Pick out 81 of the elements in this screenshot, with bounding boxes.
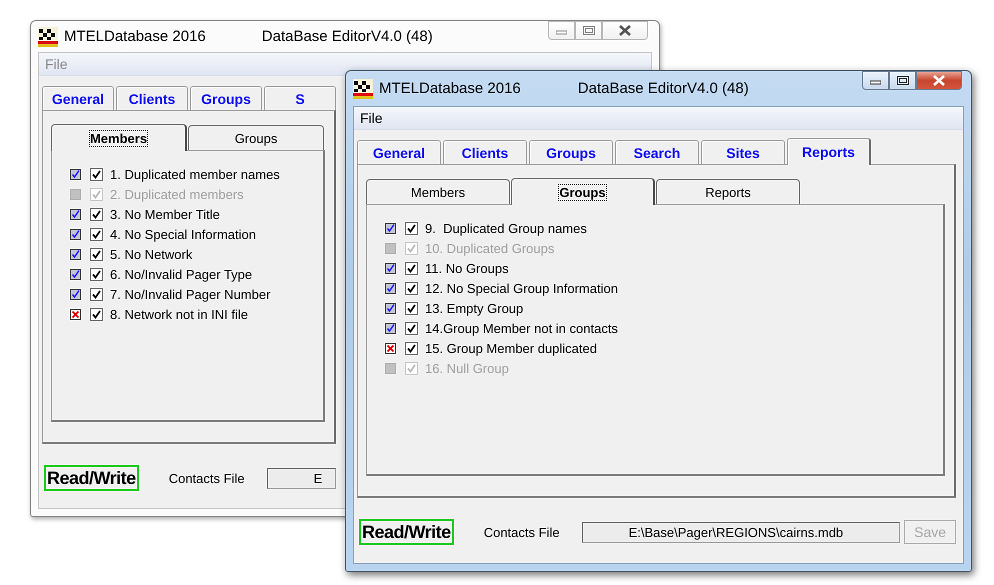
field-label: Contacts File: [484, 524, 560, 540]
maximize-icon: [896, 76, 908, 85]
checkbox[interactable]: [405, 322, 418, 334]
check-label: 12. No Special Group Information: [425, 280, 618, 296]
check-label: 14.Group Member not in contacts: [425, 320, 618, 336]
app-name: MTELDatabase 2016: [64, 28, 206, 45]
check-label: 9. Duplicated Group names: [425, 220, 587, 236]
tab[interactable]: Search: [615, 140, 699, 164]
checkbox[interactable]: [90, 208, 103, 220]
checkbox[interactable]: [90, 168, 103, 180]
sub-tab[interactable]: Members: [51, 124, 188, 151]
close-button[interactable]: [602, 21, 648, 40]
blank-status-icon: [70, 188, 81, 200]
pass-check-icon: [70, 228, 81, 240]
blank-status-icon: [385, 242, 396, 254]
access-mode-label: Read/Write: [359, 519, 454, 545]
check-label: 2. Duplicated members: [110, 186, 244, 202]
checkbox[interactable]: [90, 248, 103, 260]
check-label: 10. Duplicated Groups: [425, 240, 554, 256]
pass-check-icon: [385, 302, 396, 314]
sub-tab[interactable]: Groups: [188, 125, 324, 150]
tab[interactable]: General: [42, 86, 114, 110]
minimize-button[interactable]: [862, 71, 889, 90]
contacts-file-field[interactable]: E: [266, 468, 336, 488]
sub-tab[interactable]: Members: [366, 179, 510, 204]
check-label: 6. No/Invalid Pager Type: [110, 266, 252, 282]
check-label: 5. No Network: [110, 246, 192, 262]
window-title: DataBase EditorV4.0 (48): [262, 28, 433, 45]
check-label: 3. No Member Title: [110, 206, 220, 222]
tab[interactable]: Sites: [701, 140, 785, 164]
contacts-file-field[interactable]: E:\Base\Pager\REGIONS\cairns.mdb: [582, 522, 900, 542]
checkbox[interactable]: [90, 288, 103, 300]
checkbox[interactable]: [405, 282, 418, 294]
checkbox[interactable]: [405, 302, 418, 314]
pass-check-icon: [385, 222, 396, 234]
sub-tab[interactable]: Groups: [511, 178, 655, 205]
maximize-icon: [582, 26, 594, 35]
app-logo-icon: [353, 78, 373, 98]
pass-check-icon: [385, 322, 396, 334]
tab[interactable]: Clients: [116, 86, 188, 110]
checkbox[interactable]: [90, 268, 103, 280]
checkbox[interactable]: [90, 308, 103, 320]
pass-check-icon: [385, 282, 396, 294]
fail-cross-icon: [385, 342, 396, 354]
tab[interactable]: General: [357, 140, 441, 164]
tab[interactable]: Reports: [787, 138, 871, 165]
check-label: 13. Empty Group: [425, 300, 524, 316]
tab[interactable]: S: [264, 86, 336, 110]
check-label: 11. No Groups: [425, 260, 509, 276]
pass-check-icon: [70, 208, 81, 220]
check-label: 7. No/Invalid Pager Number: [110, 286, 270, 302]
close-button[interactable]: [916, 71, 962, 90]
pass-check-icon: [70, 248, 81, 260]
close-icon: [618, 25, 632, 36]
pass-check-icon: [70, 168, 81, 180]
app-name: MTELDatabase 2016: [379, 80, 521, 97]
close-icon: [932, 75, 946, 86]
window-title: DataBase EditorV4.0 (48): [578, 80, 749, 97]
access-mode-label: Read/Write: [44, 465, 139, 491]
tab[interactable]: Clients: [443, 140, 527, 164]
blank-status-icon: [385, 362, 396, 374]
sub-tab[interactable]: Reports: [656, 179, 800, 204]
pass-check-icon: [385, 262, 396, 274]
pass-check-icon: [70, 288, 81, 300]
maximize-button[interactable]: [889, 71, 916, 90]
check-label: 1. Duplicated member names: [110, 166, 280, 182]
tab[interactable]: Groups: [190, 86, 262, 110]
checkbox[interactable]: [405, 222, 418, 234]
pass-check-icon: [70, 268, 81, 280]
tab[interactable]: Groups: [529, 140, 613, 164]
check-label: 8. Network not in INI file: [110, 306, 248, 322]
checkbox[interactable]: [405, 262, 418, 274]
fail-cross-icon: [70, 308, 81, 320]
check-label: 15. Group Member duplicated: [425, 340, 597, 356]
check-label: 16. Null Group: [425, 360, 509, 376]
menu-item[interactable]: File: [358, 110, 385, 126]
field-label: Contacts File: [168, 470, 245, 486]
check-label: 4. No Special Information: [110, 226, 256, 242]
checkbox[interactable]: [90, 228, 103, 240]
app-logo-icon: [38, 26, 58, 46]
checkbox[interactable]: [405, 342, 418, 354]
